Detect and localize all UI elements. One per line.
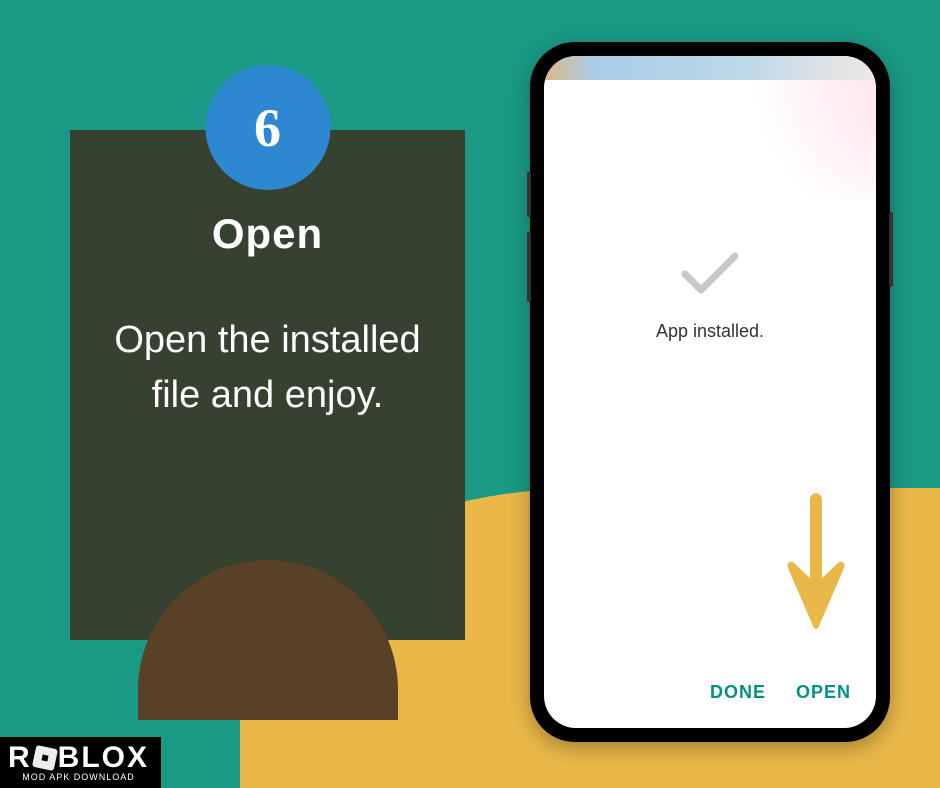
step-title: Open: [100, 210, 435, 258]
done-button[interactable]: DONE: [710, 682, 766, 703]
logo-text-right: BLOX: [58, 741, 149, 775]
screen-glow: [726, 80, 876, 200]
phone-action-bar: DONE OPEN: [710, 682, 851, 703]
install-status-text: App installed.: [656, 321, 764, 342]
instruction-card: 6 Open Open the installed file and enjoy…: [70, 130, 465, 640]
step-number-badge: 6: [205, 65, 330, 190]
phone-mockup: App installed. DONE OPEN: [530, 42, 890, 742]
phone-power-button: [889, 212, 893, 287]
checkmark-icon: [675, 246, 745, 306]
phone-status-bar: [544, 56, 876, 80]
brand-logo: R BLOX MOD APK DOWNLOAD: [0, 737, 161, 788]
logo-text-left: R: [8, 741, 32, 775]
logo-cube-icon: [32, 745, 58, 771]
card-decoration: [138, 560, 398, 720]
step-description: Open the installed file and enjoy.: [100, 313, 435, 423]
logo-subtitle: MOD APK DOWNLOAD: [8, 772, 149, 782]
phone-volume-button: [527, 172, 531, 217]
phone-volume-button: [527, 232, 531, 302]
open-button[interactable]: OPEN: [796, 682, 851, 703]
pointer-arrow-icon: [786, 488, 846, 638]
phone-screen: App installed. DONE OPEN: [544, 56, 876, 728]
